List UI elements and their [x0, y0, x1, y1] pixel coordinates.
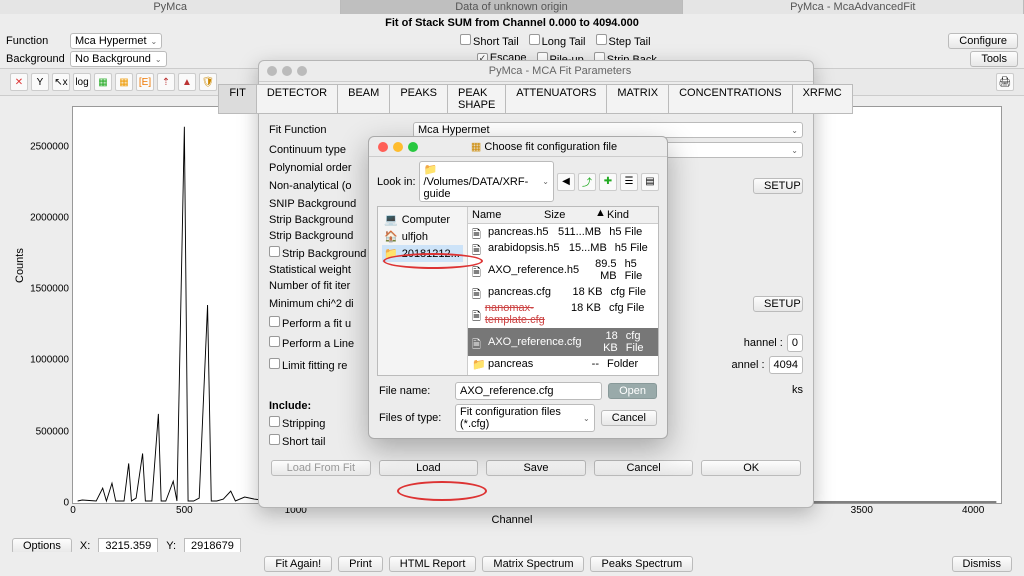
save-button[interactable]: Save	[486, 460, 586, 476]
perffit-check[interactable]: Perform a fit u	[269, 316, 351, 330]
page-title: Fit of Stack SUM from Channel 0.000 to 4…	[0, 14, 1024, 32]
lastch-input[interactable]: 4094	[769, 356, 803, 374]
tool-energy-icon[interactable]: [E]	[136, 73, 154, 91]
tab-advfit[interactable]: PyMca - McaAdvancedFit	[683, 0, 1024, 14]
load-button[interactable]: Load	[379, 460, 479, 476]
newfolder-icon[interactable]: ✚	[599, 173, 617, 191]
tool-grid-icon[interactable]: ▦	[94, 73, 112, 91]
file-row[interactable]: 🗎arabidopsis.h515...MBh5 File	[468, 240, 658, 256]
print-button[interactable]: Print	[338, 556, 383, 572]
tool-y-icon[interactable]: Y	[31, 73, 49, 91]
peaksspec-button[interactable]: Peaks Spectrum	[590, 556, 693, 572]
shorttail2-check[interactable]: Short tail	[269, 434, 325, 448]
printer-icon[interactable]: 🖨	[996, 73, 1014, 91]
tab-pymca[interactable]: PyMca	[0, 0, 341, 14]
longtail-check[interactable]: Long Tail	[529, 34, 586, 48]
tab-matrix[interactable]: MATRIX	[606, 84, 669, 114]
file-row[interactable]: 📁pancreas--Folder	[468, 356, 658, 372]
limit-check[interactable]: Limit fitting re	[269, 358, 347, 372]
side-computer[interactable]: 💻 Computer	[382, 211, 463, 228]
y-axis-label: Counts	[14, 248, 26, 283]
bottom-bar: Fit Again! Print HTML Report Matrix Spec…	[0, 552, 1024, 576]
tab-atten[interactable]: ATTENUATORS	[505, 84, 607, 114]
setup-button[interactable]: SETUP	[753, 178, 803, 194]
configure-button[interactable]: Configure	[948, 33, 1018, 49]
tool-shield-icon[interactable]: 🛡	[199, 73, 217, 91]
tab-detector[interactable]: DETECTOR	[256, 84, 338, 114]
file-cancel-button[interactable]: Cancel	[601, 410, 657, 426]
listview-icon[interactable]: ☰	[620, 173, 638, 191]
tool-log-icon[interactable]: log	[73, 73, 91, 91]
tab-conc[interactable]: CONCENTRATIONS	[668, 84, 792, 114]
chevron-down-icon: ⌄	[155, 55, 162, 64]
tab-fit[interactable]: FIT	[218, 84, 257, 114]
detailview-icon[interactable]: ▤	[641, 173, 659, 191]
tool-grid2-icon[interactable]: ▦	[115, 73, 133, 91]
ok-button[interactable]: OK	[701, 460, 801, 476]
function-select[interactable]: Mca Hypermet⌄	[70, 33, 162, 49]
stripbg-check[interactable]: Strip Background	[269, 246, 366, 260]
back-icon[interactable]: ◀	[557, 173, 575, 191]
file-row[interactable]: 🗎AXO_reference.h589.5 MBh5 File	[468, 256, 658, 284]
chevron-down-icon: ⌄	[151, 37, 158, 46]
steptail-check[interactable]: Step Tail	[596, 34, 651, 48]
loadfromfit-button: Load From Fit	[271, 460, 371, 476]
file-sidebar: 💻 Computer 🏠 ulfjoh 📁 20181212...	[378, 207, 468, 375]
tab-peaks[interactable]: PEAKS	[389, 84, 448, 114]
shorttail-check[interactable]: Short Tail	[460, 34, 519, 48]
open-button[interactable]: Open	[608, 383, 657, 399]
dismiss-button[interactable]: Dismiss	[952, 556, 1013, 572]
tab-data[interactable]: Data of unknown origin	[341, 0, 682, 14]
background-select[interactable]: No Background⌄	[70, 51, 167, 67]
file-dialog: ▦ Choose fit configuration file Look in:…	[368, 136, 668, 439]
tool-arrow-icon[interactable]: ↖x	[52, 73, 70, 91]
side-folder[interactable]: 📁 20181212...	[382, 245, 463, 262]
htmlreport-button[interactable]: HTML Report	[389, 556, 477, 572]
firstch-input[interactable]: 0	[787, 334, 803, 352]
stripping-check[interactable]: Stripping	[269, 416, 325, 430]
perfline-check[interactable]: Perform a Line	[269, 336, 354, 350]
tool-up-icon[interactable]: ⇡	[157, 73, 175, 91]
filename-input[interactable]: AXO_reference.cfg	[455, 382, 602, 400]
side-user[interactable]: 🏠 ulfjoh	[382, 228, 463, 245]
up-icon[interactable]: ⤴	[578, 173, 596, 191]
lookin-select[interactable]: 📁 /Volumes/DATA/XRF-guide⌄	[419, 161, 554, 202]
fitagain-button[interactable]: Fit Again!	[264, 556, 332, 572]
tab-peakshape[interactable]: PEAK SHAPE	[447, 84, 506, 114]
file-list[interactable]: Name Size ▲ Kind 🗎pancreas.h5511...MBh5 …	[468, 207, 658, 375]
fitparams-title: PyMca - MCA Fit Parameters	[315, 65, 805, 77]
load-highlight	[397, 481, 487, 501]
dialog-title: ▦ Choose fit configuration file	[424, 140, 664, 153]
fitparams-tabs: FIT DETECTOR BEAM PEAKS PEAK SHAPE ATTEN…	[259, 82, 813, 116]
background-label: Background	[6, 53, 66, 65]
matrixspec-button[interactable]: Matrix Spectrum	[482, 556, 584, 572]
x-axis-label: Channel	[492, 514, 533, 526]
file-row[interactable]: 🗎AXO_reference.cfg18 KBcfg File	[468, 328, 658, 356]
file-row[interactable]: 🗎nanomax-template.cfg18 KBcfg File	[468, 300, 658, 328]
tool-reset-icon[interactable]: ✕	[10, 73, 28, 91]
function-label: Function	[6, 35, 66, 47]
tool-peak-icon[interactable]: ▲	[178, 73, 196, 91]
cancel-button[interactable]: Cancel	[594, 460, 694, 476]
tools-button[interactable]: Tools	[970, 51, 1018, 67]
tab-xrfmc[interactable]: XRFMC	[792, 84, 853, 114]
setup2-button[interactable]: SETUP	[753, 296, 803, 312]
file-row[interactable]: 🗎pancreas.h5511...MBh5 File	[468, 224, 658, 240]
tab-beam[interactable]: BEAM	[337, 84, 390, 114]
file-row[interactable]: 🗎pancreas.cfg18 KBcfg File	[468, 284, 658, 300]
filetype-select[interactable]: Fit configuration files (*.cfg)⌄	[455, 404, 595, 432]
